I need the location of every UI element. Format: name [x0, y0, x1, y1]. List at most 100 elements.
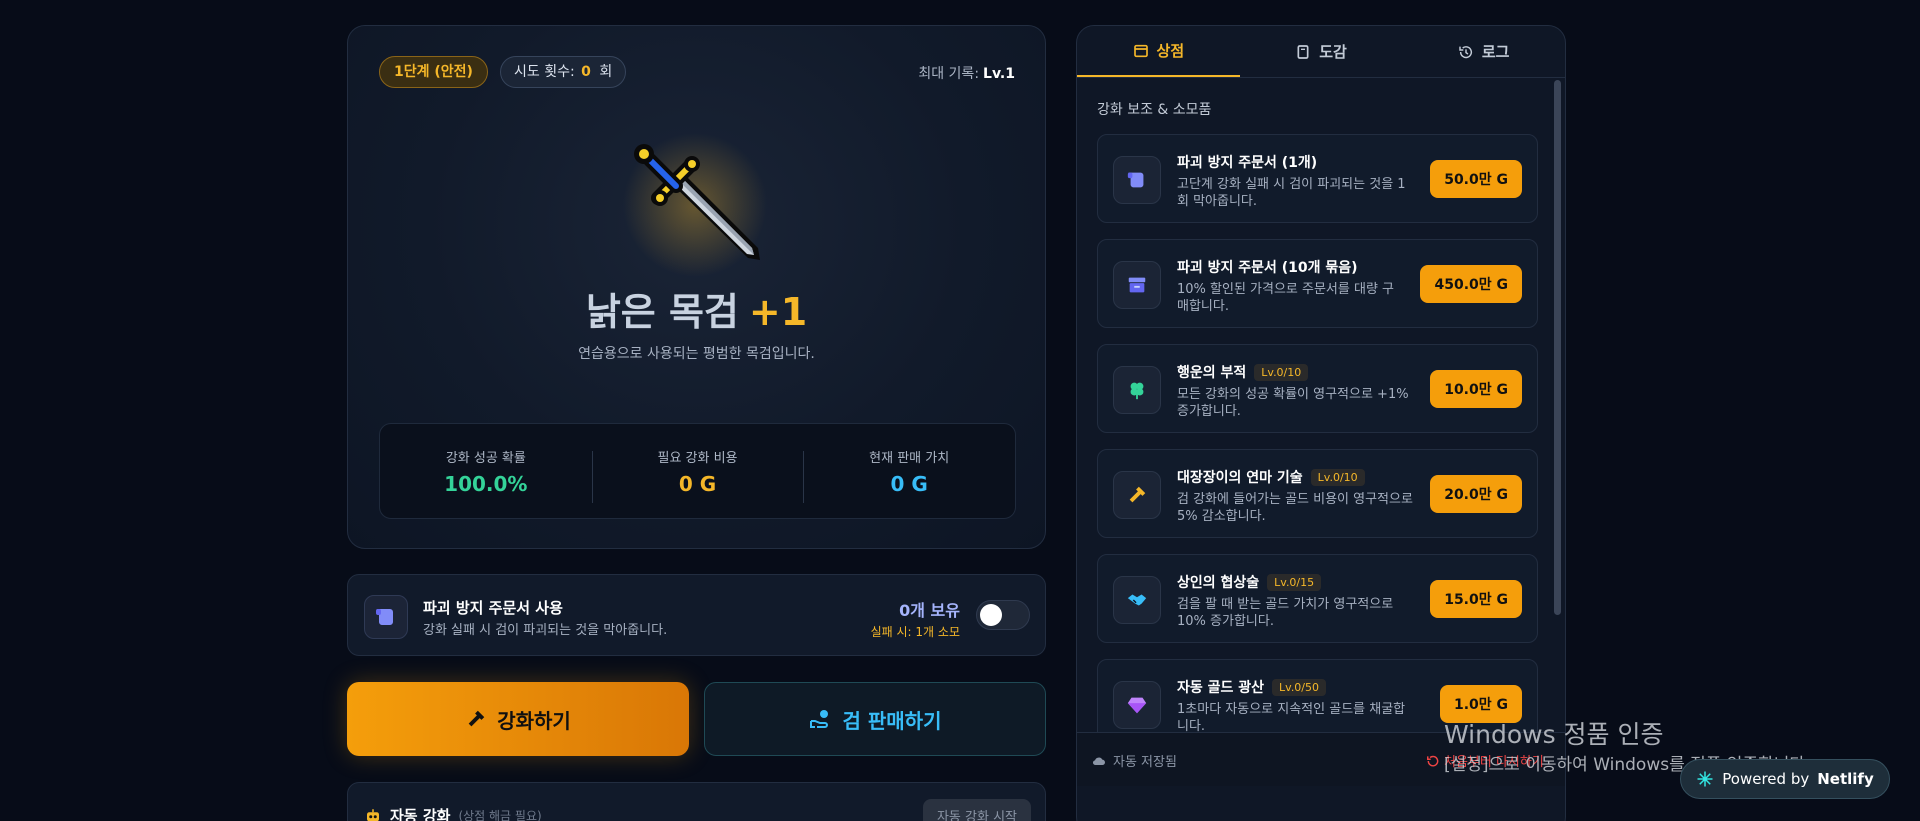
shop-item-title: 파괴 방지 주문서 (1개) — [1177, 152, 1317, 172]
windows-activation-title: Windows 정품 인증 — [1444, 720, 1664, 749]
tries-label: 시도 횟수: — [514, 64, 575, 80]
auto-enhance-note: (상점 해금 필요) — [458, 809, 542, 821]
shop-item-description: 모든 강화의 성공 확률이 영구적으로 +1% 증가합니다. — [1177, 387, 1409, 419]
side-panel: 상점 도감 로그 강화 보조 & 소모품 파괴 방지 주문서 (1개) 고단계 … — [1076, 25, 1566, 821]
buy-button[interactable]: 50.0만 G — [1430, 160, 1522, 198]
store-icon — [1133, 44, 1148, 57]
max-record: 최대 기록: Lv.1 — [918, 63, 1015, 83]
shop-item-description: 검 강화에 들어가는 골드 비용이 영구적으로 5% 감소합니다. — [1177, 492, 1413, 524]
tries-unit: 회 — [599, 64, 613, 80]
scroll-toggle[interactable] — [976, 600, 1030, 630]
buy-button[interactable]: 20.0만 G — [1430, 475, 1522, 513]
autosave-status: 자동 저장됨 — [1091, 751, 1177, 770]
shop-item-title: 자동 골드 광산 Lv.0/50 — [1177, 677, 1327, 697]
panel-tabs: 상점 도감 로그 — [1077, 26, 1565, 78]
stat-value: 0 G — [678, 471, 717, 496]
shop-item-title: 행운의 부적 Lv.0/10 — [1177, 362, 1309, 382]
auto-enhance-card: 자동 강화 (상점 해금 필요) 자동 강화 시작 — [347, 782, 1046, 821]
handshake-icon — [1113, 576, 1161, 624]
robot-icon — [367, 808, 379, 821]
sword-description: 연습용으로 사용되는 평범한 목검입니다. — [578, 346, 815, 362]
stat-label: 현재 판매 가치 — [869, 450, 950, 466]
shop-item-level: Lv.0/10 — [1254, 363, 1309, 381]
sword-card: 1단계 (안전) 시도 횟수: 0 회 최대 기록: Lv.1 낡은 목검 +1… — [347, 25, 1046, 549]
shop-item-level: Lv.0/50 — [1272, 678, 1327, 696]
auto-enhance-label: 자동 강화 (상점 해금 필요) — [364, 805, 542, 821]
stats-panel: 강화 성공 확률 100.0% 필요 강화 비용 0 G 현재 판매 가치 0 … — [379, 423, 1016, 519]
clover-icon — [1113, 366, 1161, 414]
stat-label: 강화 성공 확률 — [445, 450, 526, 466]
book-icon — [1297, 44, 1309, 59]
hand-coin-icon — [809, 710, 828, 728]
shop-item-list: 파괴 방지 주문서 (1개) 고단계 강화 실패 시 검이 파괴되는 것을 1회… — [1097, 134, 1538, 764]
scroll-option-title: 파괴 방지 주문서 사용 — [423, 599, 563, 617]
cloud-icon — [1092, 757, 1105, 765]
sword-name: 낡은 목검 +1 — [348, 281, 1045, 336]
tries-value: 0 — [581, 64, 591, 80]
buy-button[interactable]: 10.0만 G — [1430, 370, 1522, 408]
stat-success-rate: 강화 성공 확률 100.0% — [380, 447, 592, 496]
tab-shop[interactable]: 상점 — [1077, 26, 1240, 77]
shop-item: 파괴 방지 주문서 (10개 묶음) 10% 할인된 가격으로 주문서를 대량 … — [1097, 239, 1538, 328]
tries-badge: 시도 횟수: 0 회 — [500, 56, 627, 88]
tab-codex[interactable]: 도감 — [1240, 26, 1403, 77]
stat-value: 0 G — [890, 471, 928, 496]
tab-label: 로그 — [1481, 43, 1510, 61]
shop-item-description: 1초마다 자동으로 지속적인 골드를 채굴합니다. — [1177, 702, 1406, 734]
gem-icon — [1113, 681, 1161, 729]
shop-item-name: 행운의 부적 — [1177, 365, 1247, 381]
sword-image — [620, 130, 770, 280]
shop-item-title: 상인의 협상술 Lv.0/15 — [1177, 572, 1322, 592]
netlify-logo-icon — [1697, 771, 1713, 787]
tab-label: 도감 — [1319, 43, 1347, 61]
sell-button-label: 검 판매하기 — [842, 708, 942, 733]
scroll-icon — [1113, 156, 1161, 204]
undo-icon — [1427, 755, 1439, 766]
sword-name-text: 낡은 목검 — [585, 290, 739, 334]
stat-value: 100.0% — [444, 471, 528, 496]
scroll-icon — [364, 595, 408, 639]
shop-item-name: 파괴 방지 주문서 (10개 묶음) — [1177, 260, 1358, 276]
buy-button[interactable]: 450.0만 G — [1420, 265, 1522, 303]
stat-cost: 필요 강화 비용 0 G — [591, 447, 804, 503]
max-record-value: Lv.1 — [983, 66, 1015, 82]
shop-section-title: 강화 보조 & 소모품 — [1097, 102, 1212, 118]
sword-level: +1 — [748, 290, 808, 334]
sword-icon — [623, 133, 767, 277]
shop-scrollbar[interactable] — [1554, 80, 1561, 615]
stat-label: 필요 강화 비용 — [657, 450, 738, 466]
sell-button[interactable]: 검 판매하기 — [704, 682, 1046, 756]
shop-item-description: 10% 할인된 가격으로 주문서를 대량 구매합니다. — [1177, 282, 1394, 314]
enhance-button-label: 강화하기 — [497, 708, 571, 733]
shop-item-name: 자동 골드 광산 — [1177, 680, 1265, 696]
shop-item-level: Lv.0/10 — [1310, 468, 1365, 486]
netlify-badge[interactable]: Powered by Netlify — [1680, 759, 1890, 799]
autosave-label: 자동 저장됨 — [1113, 755, 1177, 770]
tab-label: 상점 — [1156, 42, 1185, 60]
netlify-brand: Netlify — [1817, 770, 1874, 788]
netlify-prefix: Powered by — [1722, 770, 1810, 788]
shop-item-title: 대장장이의 연마 기술 Lv.0/10 — [1177, 467, 1365, 487]
shop-item: 파괴 방지 주문서 (1개) 고단계 강화 실패 시 검이 파괴되는 것을 1회… — [1097, 134, 1538, 223]
shop-item-description: 검을 팔 때 받는 골드 가치가 영구적으로 10% 증가합니다. — [1177, 597, 1394, 629]
shop-item-description: 고단계 강화 실패 시 검이 파괴되는 것을 1회 막아줍니다. — [1177, 177, 1406, 209]
tab-log[interactable]: 로그 — [1402, 26, 1565, 77]
shop-item-name: 대장장이의 연마 기술 — [1177, 470, 1303, 486]
stat-sell-value: 현재 판매 가치 0 G — [803, 447, 1015, 503]
shop-item: 상인의 협상술 Lv.0/15 검을 팔 때 받는 골드 가치가 영구적으로 10… — [1097, 554, 1538, 643]
archive-box-icon — [1113, 261, 1161, 309]
history-icon — [1459, 45, 1472, 58]
shop-item-name: 파괴 방지 주문서 (1개) — [1177, 155, 1318, 171]
enhance-button[interactable]: 강화하기 — [347, 682, 689, 756]
scroll-option-subtitle: 강화 실패 시 검이 파괴되는 것을 막아줍니다. — [423, 623, 668, 638]
stage-badge: 1단계 (안전) — [379, 56, 488, 88]
scroll-owned-count: 0개 보유 — [899, 601, 960, 620]
auto-enhance-title: 자동 강화 — [390, 807, 451, 821]
max-record-label: 최대 기록: — [918, 66, 980, 82]
hammer-icon — [468, 710, 485, 727]
shop-item-title: 파괴 방지 주문서 (10개 묶음) — [1177, 257, 1358, 277]
auto-enhance-start-button[interactable]: 자동 강화 시작 — [922, 799, 1031, 821]
buy-button[interactable]: 15.0만 G — [1430, 580, 1522, 618]
shop-item: 행운의 부적 Lv.0/10 모든 강화의 성공 확률이 영구적으로 +1% 증가… — [1097, 344, 1538, 433]
shop-item-level: Lv.0/15 — [1267, 573, 1322, 591]
